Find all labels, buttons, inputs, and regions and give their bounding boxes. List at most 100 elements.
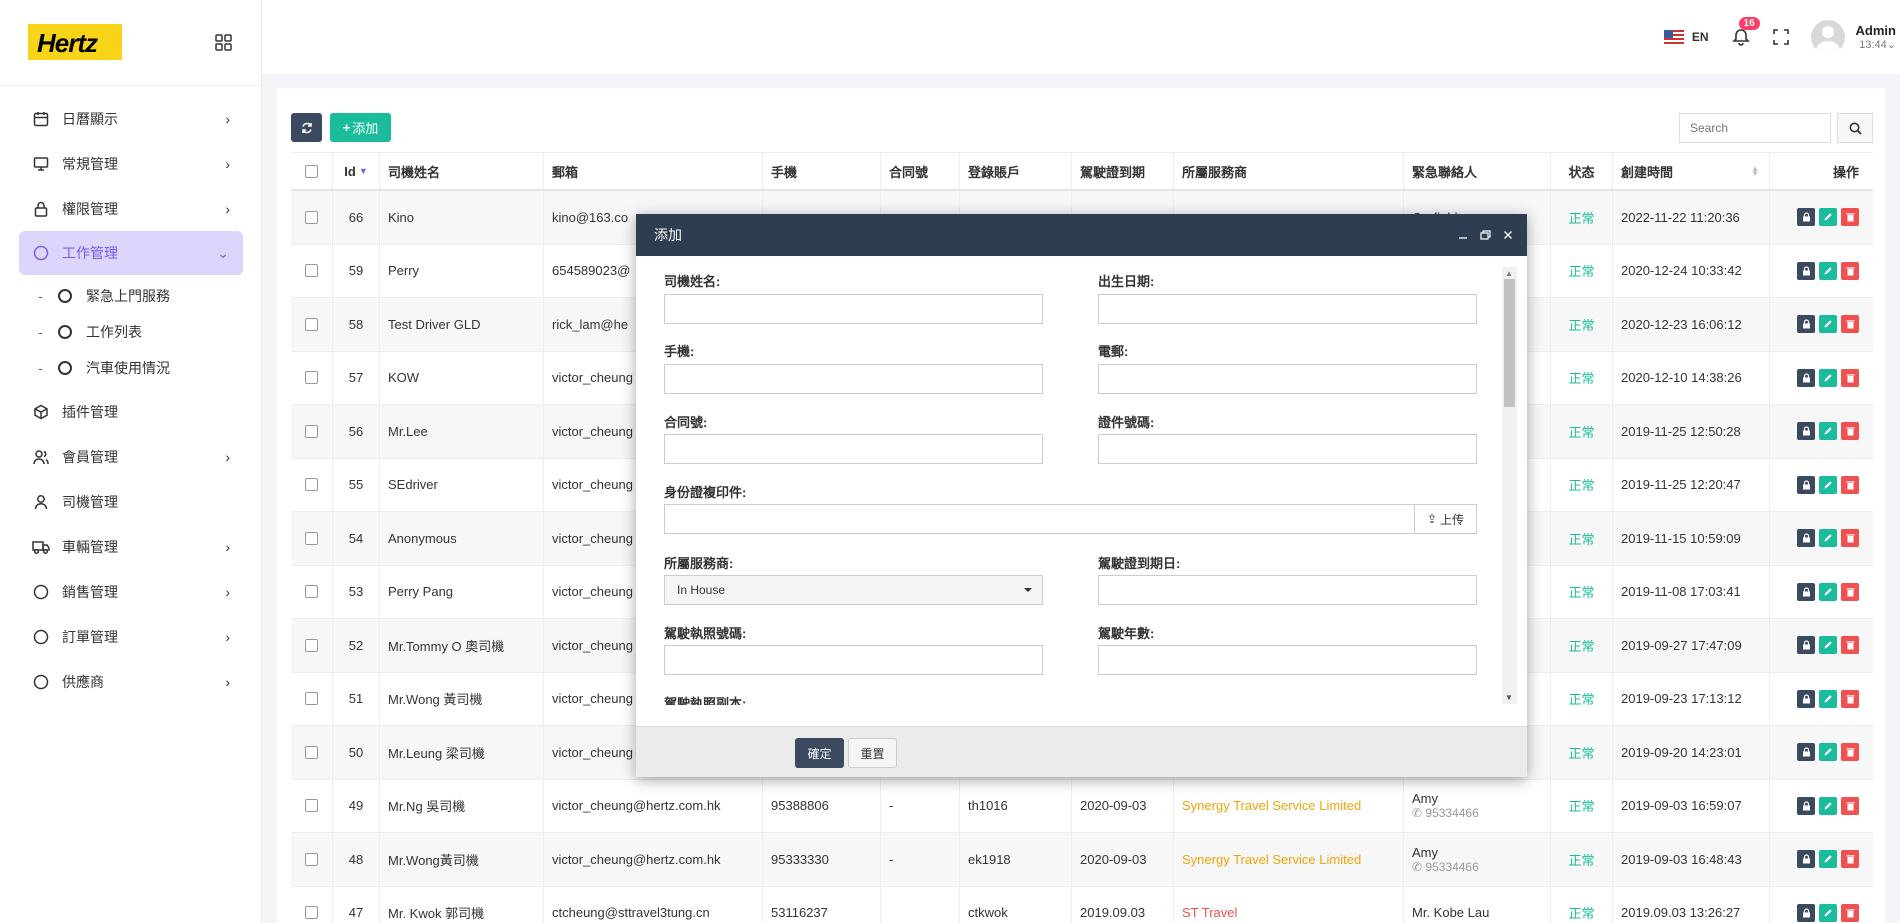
grid-icon[interactable] <box>215 34 232 51</box>
lock-button[interactable] <box>1797 315 1815 334</box>
dialog-scrollbar[interactable]: ▲ ▼ <box>1502 267 1517 704</box>
cell-provider[interactable]: ST Travel <box>1174 886 1404 923</box>
upload-button[interactable]: ⇪ 上传 <box>1414 505 1476 533</box>
sidebar-item-members[interactable]: 會員管理 › <box>0 434 262 479</box>
row-checkbox[interactable] <box>291 405 333 458</box>
row-checkbox[interactable] <box>291 886 333 923</box>
row-checkbox[interactable] <box>291 565 333 618</box>
col-header-license-expiry[interactable]: 駕駛證到期 <box>1072 153 1174 189</box>
col-header-phone[interactable]: 手機 <box>763 153 881 189</box>
reset-button[interactable]: 重置 <box>848 738 897 768</box>
id-copy-input[interactable]: ⇪ 上传 <box>664 504 1477 534</box>
license-expiry-input[interactable] <box>1098 575 1477 605</box>
lock-button[interactable] <box>1797 796 1815 815</box>
row-checkbox[interactable] <box>291 191 333 244</box>
edit-button[interactable] <box>1819 903 1837 922</box>
sidebar-item-plugins[interactable]: 插件管理 <box>0 389 262 434</box>
minimize-icon[interactable] <box>1458 230 1468 240</box>
lock-button[interactable] <box>1797 850 1815 869</box>
lock-button[interactable] <box>1797 529 1815 548</box>
delete-button[interactable] <box>1841 422 1859 441</box>
email-input[interactable] <box>1098 364 1477 394</box>
row-checkbox[interactable] <box>291 458 333 511</box>
edit-button[interactable] <box>1819 368 1837 387</box>
notification-button[interactable]: 16 <box>1731 17 1760 47</box>
lock-button[interactable] <box>1797 208 1815 227</box>
scroll-up-icon[interactable]: ▲ <box>1505 269 1513 278</box>
delete-button[interactable] <box>1841 261 1859 280</box>
lock-button[interactable] <box>1797 368 1815 387</box>
sidebar-subitem-emergency[interactable]: - 緊急上門服務 <box>0 278 262 314</box>
row-checkbox[interactable] <box>291 244 333 297</box>
delete-button[interactable] <box>1841 368 1859 387</box>
lock-button[interactable] <box>1797 689 1815 708</box>
sidebar-subitem-car-usage[interactable]: - 汽車使用情況 <box>0 350 262 386</box>
contract-input[interactable] <box>664 434 1043 464</box>
edit-button[interactable] <box>1819 422 1837 441</box>
lock-button[interactable] <box>1797 422 1815 441</box>
edit-button[interactable] <box>1819 582 1837 601</box>
table-row[interactable]: 47 Mr. Kwok 郭司機 ctcheung@sttravel3tung.cn 5… <box>291 886 1873 923</box>
row-checkbox[interactable] <box>291 351 333 404</box>
lock-button[interactable] <box>1797 743 1815 762</box>
cell-provider[interactable]: Synergy Travel Service Limited <box>1174 779 1404 832</box>
table-row[interactable]: 49 Mr.Ng 吳司機 victor_cheung@hertz.com.hk 953… <box>291 779 1873 833</box>
close-icon[interactable] <box>1503 230 1513 240</box>
provider-select[interactable]: In House <box>664 575 1043 605</box>
sidebar-item-calendar[interactable]: 日曆顯示 › <box>0 96 262 141</box>
confirm-button[interactable]: 確定 <box>795 738 844 768</box>
lock-button[interactable] <box>1797 475 1815 494</box>
row-checkbox[interactable] <box>291 779 333 832</box>
col-header-provider[interactable]: 所屬服務商 <box>1174 153 1404 189</box>
sidebar-subitem-worklist[interactable]: - 工作列表 <box>0 314 262 350</box>
row-checkbox[interactable] <box>291 512 333 565</box>
row-checkbox[interactable] <box>291 833 333 886</box>
add-button[interactable]: + 添加 <box>330 113 391 142</box>
dob-input[interactable] <box>1098 294 1477 324</box>
user-menu[interactable]: Admin 13:44⌄ <box>1856 23 1896 51</box>
edit-button[interactable] <box>1819 529 1837 548</box>
id-number-input[interactable] <box>1098 434 1477 464</box>
sidebar-item-vehicles[interactable]: 車輛管理 › <box>0 524 262 569</box>
sidebar-item-suppliers[interactable]: 供應商 › <box>0 659 262 704</box>
delete-button[interactable] <box>1841 796 1859 815</box>
delete-button[interactable] <box>1841 636 1859 655</box>
edit-button[interactable] <box>1819 315 1837 334</box>
maximize-icon[interactable] <box>1480 230 1491 240</box>
lock-button[interactable] <box>1797 903 1815 922</box>
language-selector[interactable]: EN <box>1692 30 1709 44</box>
driving-years-input[interactable] <box>1098 645 1477 675</box>
driver-name-input[interactable] <box>664 294 1043 324</box>
sidebar-item-permissions[interactable]: 權限管理 › <box>0 186 262 231</box>
col-header-status[interactable]: 状态 <box>1551 153 1613 189</box>
row-checkbox[interactable] <box>291 619 333 672</box>
col-header-id[interactable]: Id ▼ <box>333 153 380 189</box>
delete-button[interactable] <box>1841 903 1859 922</box>
sidebar-item-work[interactable]: 工作管理 ⌄ <box>19 231 243 275</box>
scroll-down-icon[interactable]: ▼ <box>1505 693 1513 702</box>
search-input[interactable] <box>1679 113 1831 143</box>
scrollbar-thumb[interactable] <box>1504 279 1515 407</box>
phone-input[interactable] <box>664 364 1043 394</box>
lock-button[interactable] <box>1797 261 1815 280</box>
refresh-button[interactable] <box>291 113 322 142</box>
edit-button[interactable] <box>1819 796 1837 815</box>
lock-button[interactable] <box>1797 636 1815 655</box>
col-header-name[interactable]: 司機姓名 <box>380 153 544 189</box>
row-checkbox[interactable] <box>291 726 333 779</box>
delete-button[interactable] <box>1841 689 1859 708</box>
edit-button[interactable] <box>1819 850 1837 869</box>
avatar[interactable] <box>1810 20 1845 54</box>
fullscreen-icon[interactable] <box>1772 29 1789 45</box>
col-header-email[interactable]: 郵箱 <box>544 153 763 189</box>
delete-button[interactable] <box>1841 582 1859 601</box>
edit-button[interactable] <box>1819 743 1837 762</box>
delete-button[interactable] <box>1841 315 1859 334</box>
search-button[interactable] <box>1837 113 1873 143</box>
sidebar-item-orders[interactable]: 訂單管理 › <box>0 614 262 659</box>
delete-button[interactable] <box>1841 475 1859 494</box>
delete-button[interactable] <box>1841 743 1859 762</box>
delete-button[interactable] <box>1841 208 1859 227</box>
edit-button[interactable] <box>1819 475 1837 494</box>
license-number-input[interactable] <box>664 645 1043 675</box>
